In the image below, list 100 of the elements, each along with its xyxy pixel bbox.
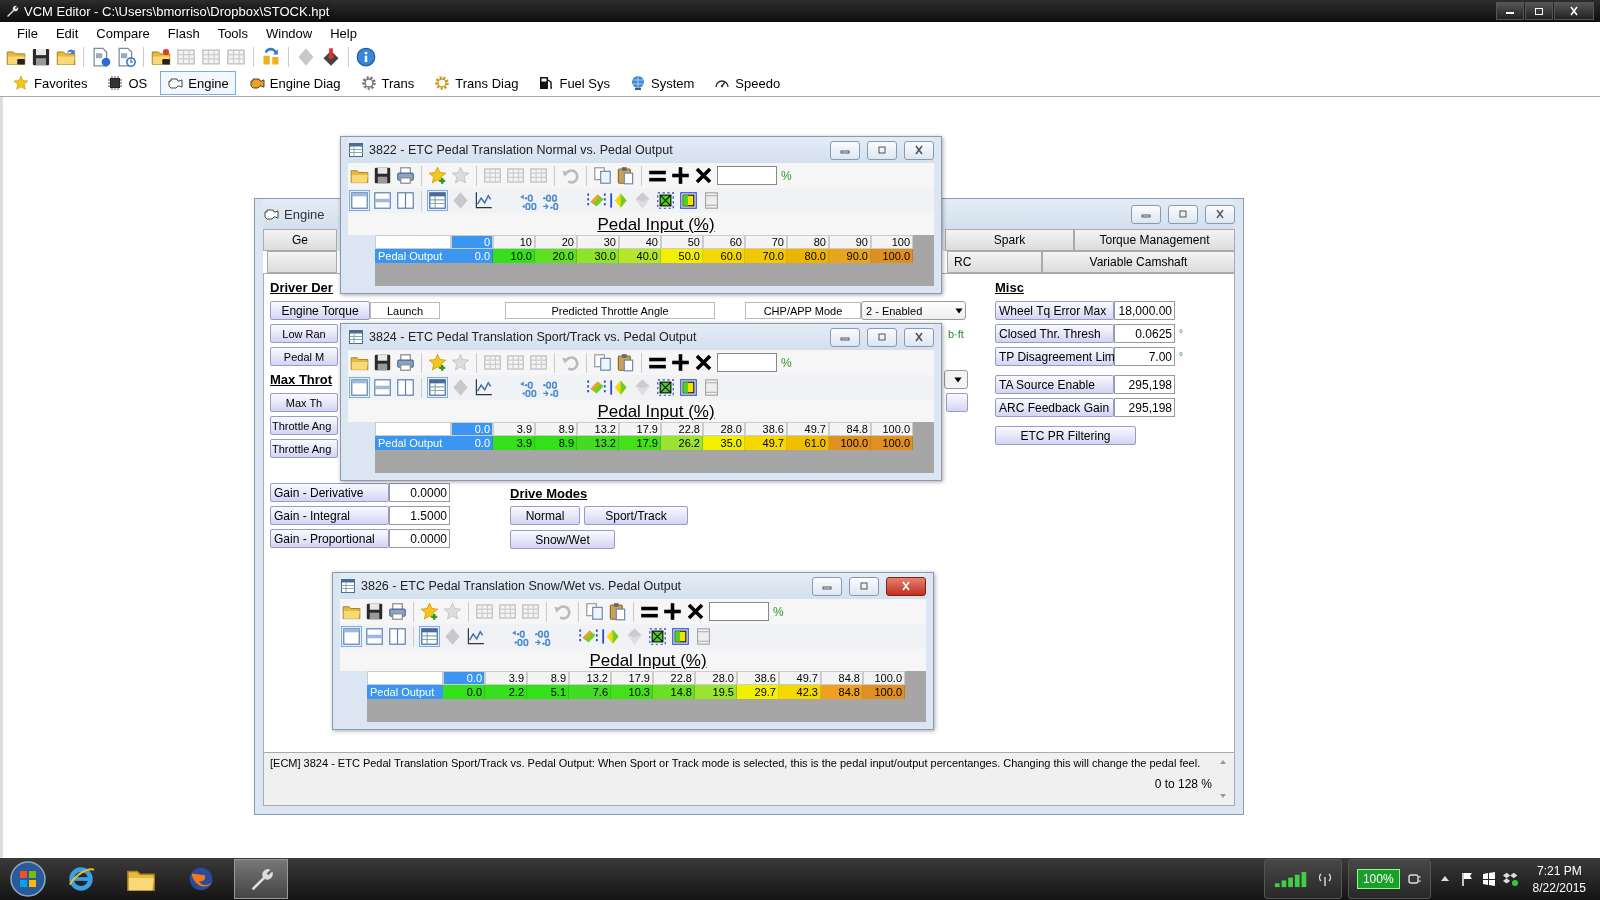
windows-icon[interactable] (1480, 871, 1497, 887)
split-icon[interactable] (396, 191, 415, 210)
value-field[interactable]: 0.0000 (389, 529, 450, 548)
table-button[interactable]: Max Th (270, 393, 338, 412)
table-cell[interactable]: 8.9 (535, 436, 577, 450)
value-field[interactable]: 1.5000 (389, 506, 450, 525)
table-button[interactable]: Throttle Ang (270, 439, 338, 458)
table-cell[interactable]: 61.0 (787, 436, 829, 450)
table-cell[interactable]: 14.8 (653, 685, 695, 699)
column-header[interactable]: 38.6 (737, 671, 779, 685)
column-header[interactable]: 13.2 (577, 422, 619, 436)
table-cell[interactable]: 100.0 (871, 436, 913, 450)
table-cell[interactable]: 26.2 (661, 436, 703, 450)
fill-icon[interactable] (671, 627, 690, 646)
table-cell[interactable]: 5.1 (527, 685, 569, 699)
table-cell[interactable]: 40.0 (619, 249, 661, 263)
menu-item[interactable]: Help (321, 23, 366, 43)
tab[interactable]: Torque Management (1074, 229, 1235, 251)
table-cell[interactable]: 10.0 (493, 249, 535, 263)
table-cell[interactable]: 35.0 (703, 436, 745, 450)
clock-date[interactable]: 8/22/2015 (1532, 880, 1586, 895)
clock-time[interactable]: 7:21 PM (1536, 863, 1582, 878)
parameter-button[interactable]: Closed Thr. Thresh (995, 324, 1114, 343)
column-header[interactable]: 3.9 (485, 671, 527, 685)
tab[interactable]: Ge (263, 229, 337, 251)
parameter-button[interactable]: Wheel Tq Error Max (995, 301, 1114, 320)
split-icon[interactable] (396, 378, 415, 397)
fill-icon[interactable] (679, 191, 698, 210)
split-icon[interactable] (373, 378, 392, 397)
split-icon[interactable] (373, 191, 392, 210)
star-icon[interactable] (451, 353, 470, 372)
parameter-button[interactable]: Gain - Integral (270, 506, 389, 525)
paste-icon[interactable] (608, 602, 627, 621)
column-header[interactable]: 50 (661, 235, 703, 249)
multiply-icon[interactable] (694, 166, 713, 185)
column-header[interactable]: 8.9 (527, 671, 569, 685)
decimal-icon[interactable] (542, 191, 561, 210)
copy-icon[interactable] (593, 166, 612, 185)
table-button[interactable]: ETC PR Filtering (995, 426, 1136, 445)
gradient-icon[interactable] (610, 191, 629, 210)
column-header[interactable]: 30 (577, 235, 619, 249)
line-chart-icon[interactable] (474, 191, 493, 210)
menu-item[interactable]: Window (257, 23, 322, 43)
value-field[interactable]: 18,000.00 (1114, 301, 1175, 320)
taskbar-button[interactable] (234, 859, 288, 899)
copy-icon[interactable] (585, 602, 604, 621)
swap-icon[interactable] (261, 47, 281, 67)
column-header[interactable]: 60 (703, 235, 745, 249)
line-chart-icon[interactable] (466, 627, 485, 646)
column-header[interactable]: 3.9 (493, 422, 535, 436)
category-tab[interactable]: Fuel Sys (531, 71, 617, 95)
table-cell[interactable]: 90.0 (829, 249, 871, 263)
column-header[interactable]: 90 (829, 235, 871, 249)
copy-icon[interactable] (593, 353, 612, 372)
table-cell[interactable]: 30.0 (577, 249, 619, 263)
table-cell[interactable]: 60.0 (703, 249, 745, 263)
column-header[interactable]: 100.0 (863, 671, 905, 685)
star-icon[interactable] (443, 602, 462, 621)
document-icon[interactable] (116, 47, 136, 67)
column-header[interactable]: 100 (871, 235, 913, 249)
table-cell[interactable]: 29.7 (737, 685, 779, 699)
category-tab[interactable]: OS (100, 71, 155, 95)
table-cell[interactable]: 70.0 (745, 249, 787, 263)
column-header[interactable]: 22.8 (661, 422, 703, 436)
save-icon[interactable] (31, 47, 51, 67)
column-header[interactable]: 17.9 (611, 671, 653, 685)
value-field[interactable]: 295,198 (1114, 398, 1175, 417)
split-icon[interactable] (365, 627, 384, 646)
column-header[interactable]: 20 (535, 235, 577, 249)
column-header[interactable]: 10 (493, 235, 535, 249)
restore-button[interactable] (1525, 2, 1553, 20)
star-plus-icon[interactable] (428, 166, 447, 185)
table-cell[interactable]: 0.0 (443, 685, 485, 699)
tab[interactable] (267, 251, 337, 273)
table-button[interactable]: Low Ran (270, 324, 338, 343)
fill-icon[interactable] (679, 378, 698, 397)
fill-icon[interactable] (656, 378, 675, 397)
input-field[interactable] (717, 166, 777, 185)
table-cell[interactable]: 49.7 (745, 436, 787, 450)
table-icon[interactable] (420, 627, 439, 646)
column-header[interactable]: 84.8 (829, 422, 871, 436)
star-icon[interactable] (451, 166, 470, 185)
table-cell[interactable]: 2.2 (485, 685, 527, 699)
category-tab[interactable]: Engine Diag (241, 71, 348, 95)
table-cell[interactable]: 84.8 (821, 685, 863, 699)
menu-item[interactable]: Edit (46, 23, 88, 43)
close-button[interactable] (904, 327, 934, 347)
column-header[interactable]: 70 (745, 235, 787, 249)
column-header[interactable]: 17.9 (619, 422, 661, 436)
tab[interactable]: RC (947, 251, 1042, 273)
category-tab[interactable]: System (623, 71, 702, 95)
parameter-button[interactable]: Gain - Proportional (270, 529, 389, 548)
close-button[interactable] (886, 576, 926, 596)
mode-button[interactable]: Snow/Wet (510, 530, 615, 549)
table-icon[interactable] (428, 191, 447, 210)
table-cell[interactable]: 50.0 (661, 249, 703, 263)
value-field[interactable]: 0.0625 (1114, 324, 1175, 343)
menu-item[interactable]: Tools (208, 23, 257, 43)
category-tab[interactable]: Trans Diag (427, 71, 526, 95)
table-cell[interactable]: 13.2 (577, 436, 619, 450)
